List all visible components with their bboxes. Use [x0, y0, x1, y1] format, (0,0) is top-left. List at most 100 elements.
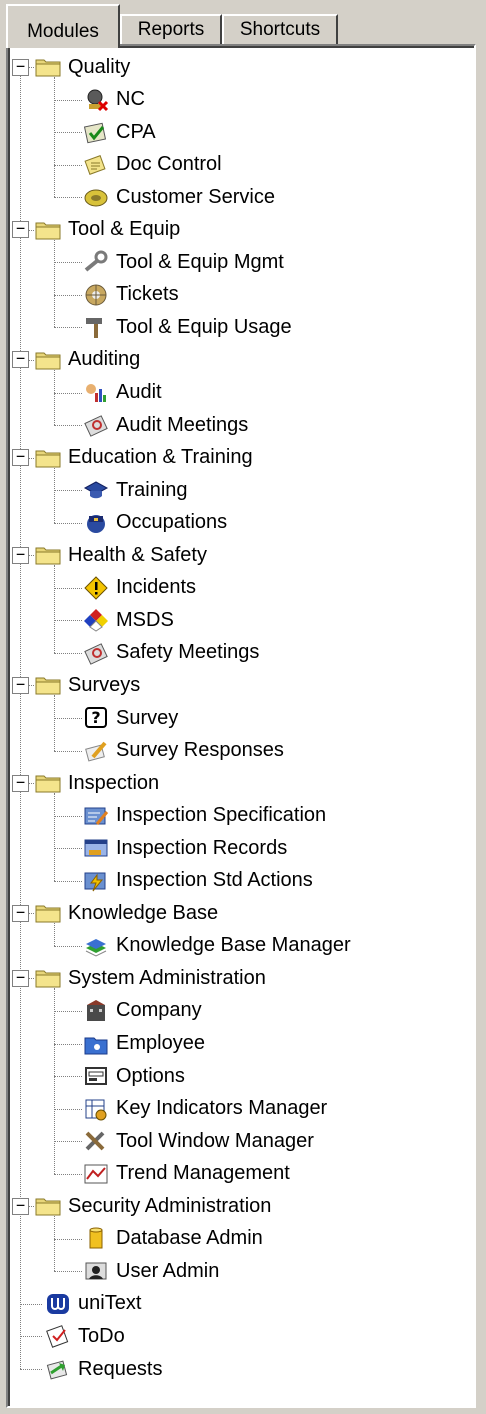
tree-group-knowledge-base[interactable]: Knowledge Base	[34, 897, 218, 929]
tree-group-tool-equip[interactable]: Tool & Equip	[34, 214, 180, 246]
tree-item-tool-equip-usage[interactable]: Tool & Equip Usage	[82, 311, 292, 343]
todo-icon	[44, 1323, 72, 1349]
meetings-icon	[82, 640, 110, 666]
folder-icon	[34, 217, 62, 243]
tree-group-system-administration[interactable]: System Administration	[34, 962, 266, 994]
tree-item-audit-meetings-label: Audit Meetings	[116, 413, 249, 436]
tree-item-database-admin[interactable]: Database Admin	[82, 1223, 263, 1255]
collapse-toggle[interactable]: −	[12, 221, 29, 239]
tree-connector	[54, 239, 55, 328]
doc-control-icon	[82, 152, 110, 178]
inspection-spec-icon	[82, 803, 110, 829]
tree-item-doc-control[interactable]: Doc Control	[82, 149, 222, 181]
tree-connector	[54, 565, 55, 653]
tree-item-tool-window-manager[interactable]: Tool Window Manager	[82, 1125, 314, 1157]
occupations-icon	[82, 510, 110, 536]
tree-group-security-administration[interactable]: Security Administration	[34, 1190, 271, 1222]
collapse-toggle[interactable]: −	[12, 774, 29, 792]
tree-item-options-label: Options	[116, 1064, 185, 1087]
tree-item-tool-equip-mgmt[interactable]: Tool & Equip Mgmt	[82, 246, 284, 278]
tree-item-training[interactable]: Training	[82, 474, 188, 506]
collapse-toggle[interactable]: −	[12, 351, 29, 369]
tree-connector	[54, 1141, 82, 1143]
tree-item-knowledge-base-manager[interactable]: Knowledge Base Manager	[82, 930, 351, 962]
tree-item-inspection-records[interactable]: Inspection Records	[82, 832, 287, 864]
tree-item-company[interactable]: Company	[82, 995, 202, 1027]
collapse-toggle[interactable]: −	[12, 58, 29, 76]
collapse-toggle[interactable]: −	[12, 546, 29, 564]
tree-connector	[54, 522, 82, 524]
tree-frame: Quality − NC CPA Doc Control Customer Service…	[8, 46, 474, 1406]
tree-item-options[interactable]: Options	[82, 1060, 185, 1092]
tree-connector	[54, 327, 82, 329]
tree-group-inspection[interactable]: Inspection	[34, 767, 159, 799]
tree-item-nc[interactable]: NC	[82, 84, 145, 116]
tree-connector	[54, 587, 82, 589]
collapse-toggle[interactable]: −	[12, 969, 29, 987]
tree-connector	[54, 750, 82, 752]
tree-item-inspection-specification[interactable]: Inspection Specification	[82, 800, 326, 832]
tree-item-audit-label: Audit	[116, 381, 162, 403]
folder-icon	[34, 445, 62, 471]
tab-reports[interactable]: Reports	[120, 14, 222, 46]
tree-item-inspection-std-actions[interactable]: Inspection Std Actions	[82, 865, 313, 897]
tools-icon	[82, 1128, 110, 1154]
tree-connector	[54, 1173, 82, 1175]
tab-modules[interactable]: Modules	[6, 4, 120, 48]
collapse-toggle[interactable]: −	[12, 1197, 29, 1215]
svg-text:?: ?	[91, 708, 100, 727]
tree-group-education-training[interactable]: Education & Training	[34, 442, 253, 474]
tree-item-key-indicators-manager[interactable]: Key Indicators Manager	[82, 1093, 327, 1125]
collapse-toggle[interactable]: −	[12, 449, 29, 467]
tree-connector	[54, 425, 82, 427]
tree-item-customer-service[interactable]: Customer Service	[82, 181, 275, 213]
tab-shortcuts[interactable]: Shortcuts	[222, 14, 338, 46]
tree-item-survey-label: Survey	[116, 706, 179, 729]
tree-item-occupations[interactable]: Occupations	[82, 507, 227, 539]
tree-connector	[54, 77, 55, 198]
tree-item-msds[interactable]: MSDS	[82, 604, 174, 636]
tree-group-auditing-label: Auditing	[68, 348, 141, 371]
collapse-toggle[interactable]: −	[12, 904, 29, 922]
tree-item-company-label: Company	[116, 999, 202, 1022]
tree-item-occupations-label: Occupations	[116, 511, 228, 534]
tree-item-user-admin[interactable]: User Admin	[82, 1255, 219, 1287]
tree-item-safety-meetings[interactable]: Safety Meetings	[82, 637, 259, 669]
folder-icon	[34, 965, 62, 991]
tree-item-requests[interactable]: Requests	[44, 1353, 163, 1385]
tree-item-inspection-specification-label: Inspection Specification	[116, 804, 327, 827]
tree-item-survey[interactable]: ? Survey	[82, 702, 178, 734]
tree-item-database-admin-label: Database Admin	[116, 1227, 263, 1250]
tree-item-unitext[interactable]: uniText	[44, 1288, 141, 1320]
tree-group-auditing[interactable]: Auditing	[34, 344, 140, 376]
tree-item-tickets-label: Tickets	[116, 283, 179, 306]
audit-icon	[82, 380, 110, 406]
folder-icon	[34, 900, 62, 926]
tree-item-inspection-records-label: Inspection Records	[116, 836, 288, 859]
tree-item-unitext-label: uniText	[78, 1292, 142, 1315]
tree-group-knowledge-base-label: Knowledge Base	[68, 901, 219, 924]
modules-tree[interactable]: Quality − NC CPA Doc Control Customer Service…	[10, 48, 476, 1408]
tree-item-survey-responses[interactable]: Survey Responses	[82, 735, 284, 767]
tree-item-audit[interactable]: Audit	[82, 377, 162, 409]
tree-item-tickets[interactable]: Tickets	[82, 279, 179, 311]
tree-group-health-safety[interactable]: Health & Safety	[34, 539, 207, 571]
tree-item-trend-management[interactable]: Trend Management	[82, 1158, 290, 1190]
tree-connector	[54, 1271, 82, 1273]
tree-item-knowledge-base-manager-label: Knowledge Base Manager	[116, 934, 351, 957]
tree-connector	[54, 1108, 82, 1110]
inspection-records-icon	[82, 835, 110, 861]
tree-item-cpa[interactable]: CPA	[82, 116, 156, 148]
tree-item-audit-meetings[interactable]: Audit Meetings	[82, 409, 248, 441]
tree-group-inspection-label: Inspection	[68, 771, 160, 794]
tree-connector	[54, 369, 55, 426]
tab-modules-label: Modules	[27, 21, 99, 42]
collapse-toggle[interactable]: −	[12, 676, 29, 694]
tree-item-incidents[interactable]: Incidents	[82, 572, 196, 604]
tree-item-employee[interactable]: Employee	[82, 1028, 205, 1060]
pencil-icon	[82, 738, 110, 764]
tree-group-surveys[interactable]: Surveys	[34, 669, 140, 701]
tree-item-todo[interactable]: ToDo	[44, 1320, 125, 1352]
inspection-actions-icon	[82, 868, 110, 894]
tree-connector	[20, 1369, 42, 1370]
